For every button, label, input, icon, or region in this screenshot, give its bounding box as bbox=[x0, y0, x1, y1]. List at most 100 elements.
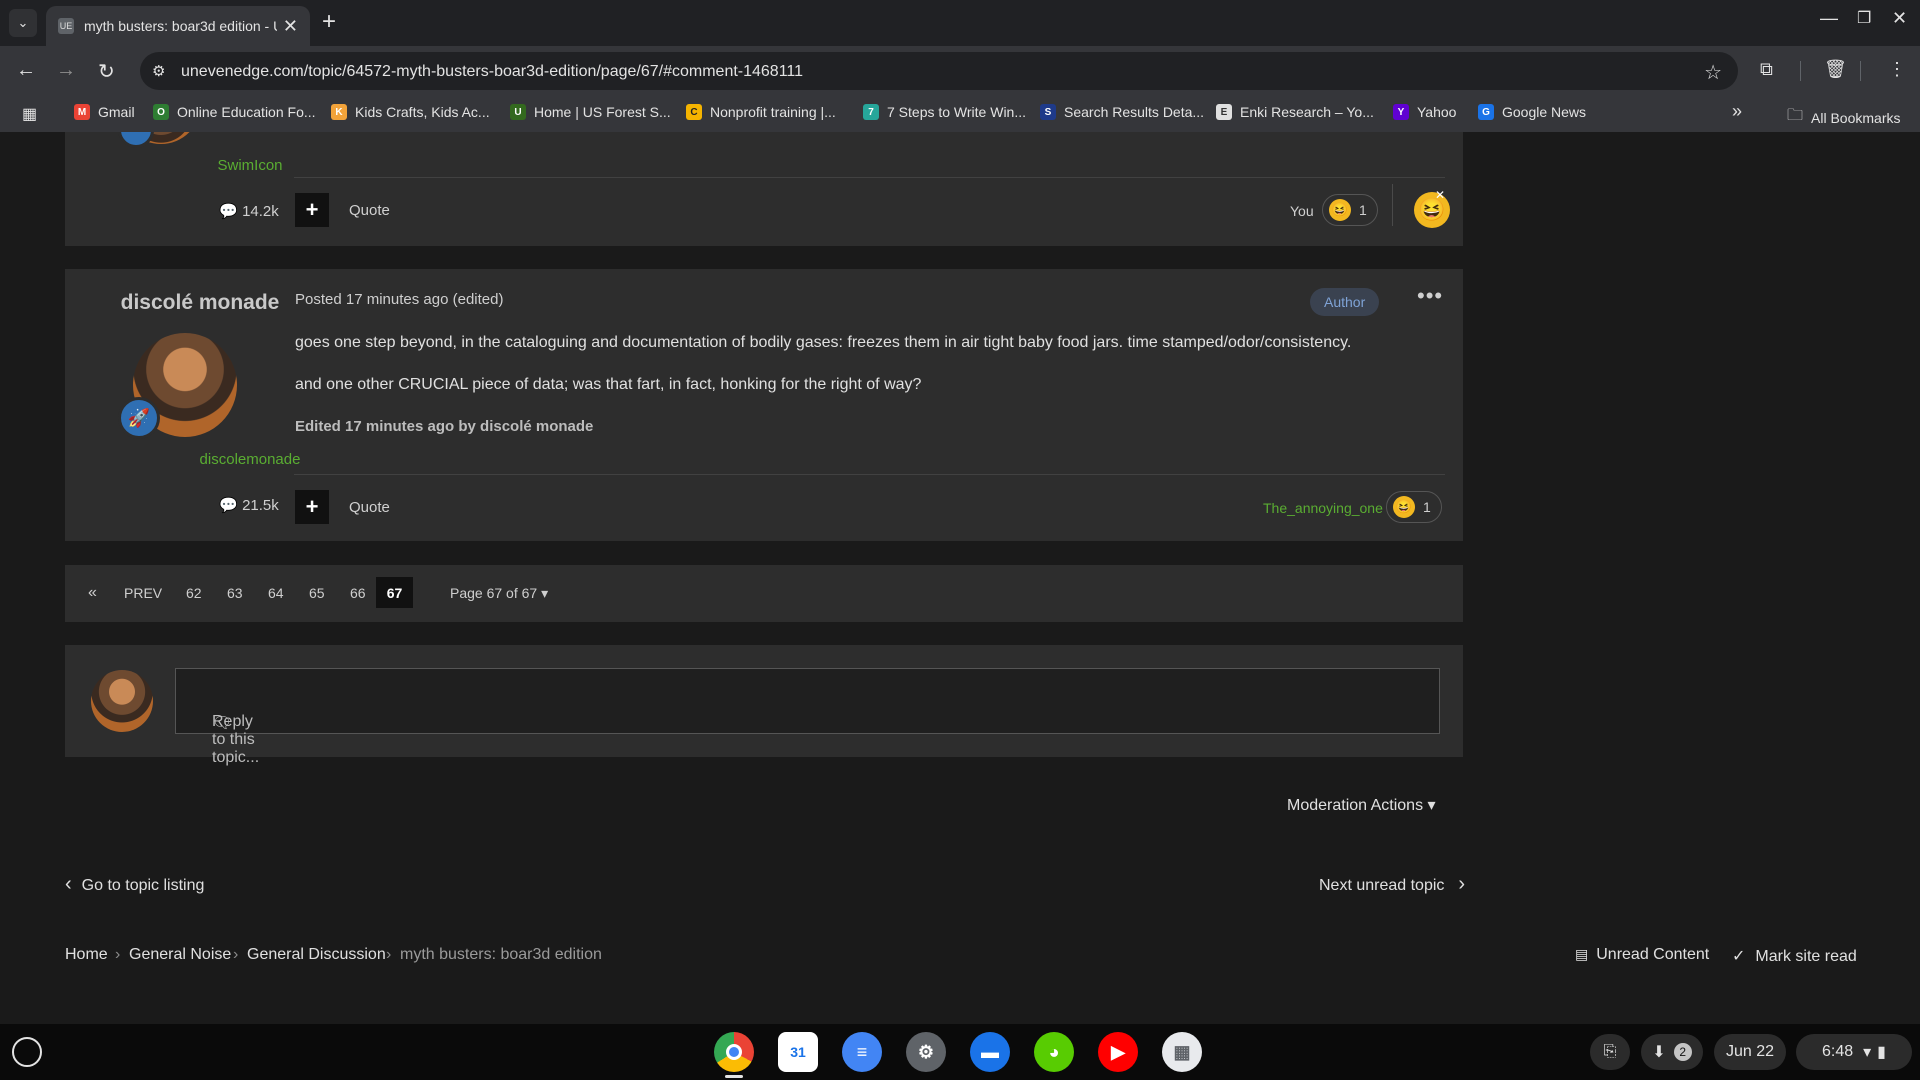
user-avatar[interactable] bbox=[91, 670, 153, 732]
bookmark-google-news[interactable]: G Google News bbox=[1478, 104, 1586, 120]
next-unread-topic-link[interactable]: Next unread topic › bbox=[1319, 873, 1465, 896]
minimize-icon[interactable]: — bbox=[1820, 8, 1838, 29]
bookmark-enki-research[interactable]: E Enki Research – Yo... bbox=[1216, 104, 1374, 120]
reaction-pill[interactable]: 😆 1 bbox=[1322, 194, 1378, 226]
bookmark-gmail[interactable]: M Gmail bbox=[74, 104, 135, 120]
bookmark-search-results[interactable]: S Search Results Deta... bbox=[1040, 104, 1204, 120]
checkmark-icon: ✓ bbox=[1732, 948, 1746, 965]
chevron-right-icon: › bbox=[115, 946, 121, 963]
page-link[interactable]: 64 bbox=[268, 585, 284, 601]
bookmark-label: Google News bbox=[1502, 104, 1587, 120]
caret-down-icon: ▾ bbox=[541, 585, 549, 601]
rocket-badge-icon: 🚀 bbox=[118, 397, 160, 439]
post-username[interactable]: SwimIcon bbox=[152, 157, 348, 174]
site-info-icon[interactable]: ⚙ bbox=[152, 62, 165, 80]
go-to-topic-listing-link[interactable]: ‹ Go to topic listing bbox=[65, 873, 204, 896]
page-link[interactable]: 65 bbox=[309, 585, 325, 601]
reaction-count: 1 bbox=[1423, 499, 1431, 515]
post-author-name[interactable]: discolé monade bbox=[106, 291, 294, 315]
all-bookmarks-button[interactable]: 🗀 All Bookmarks bbox=[1787, 104, 1900, 131]
settings-app-icon[interactable]: ⚙ bbox=[906, 1032, 946, 1072]
tab-title: myth busters: boar3d edition - U bbox=[84, 18, 277, 34]
more-options-icon[interactable]: ••• bbox=[1417, 283, 1443, 309]
first-page-icon[interactable]: « bbox=[88, 584, 97, 602]
chevron-right-icon: › bbox=[1458, 873, 1466, 895]
page-link[interactable]: 66 bbox=[350, 585, 366, 601]
page-link[interactable]: 62 bbox=[186, 585, 202, 601]
bookmark-star-icon[interactable]: ☆ bbox=[1704, 60, 1722, 85]
os-shelf: 31 ≡ ⚙ ▬ ◕ ▶ ▦ ⎘ ⬇ 2 Jun 22 6:48 ▾ ▮ bbox=[0, 1024, 1920, 1080]
rank-badge-icon bbox=[118, 132, 154, 148]
back-icon[interactable]: ← bbox=[16, 59, 36, 82]
mark-site-read-link[interactable]: ✓ Mark site read bbox=[1732, 946, 1857, 966]
reply-input[interactable]: 🗨 Reply to this topic... bbox=[175, 668, 1440, 766]
bookmark-label: Home | US Forest S... bbox=[534, 104, 671, 120]
bookmark-nonprofit-training[interactable]: C Nonprofit training |... bbox=[686, 104, 836, 120]
divider bbox=[1392, 184, 1393, 226]
date-tray[interactable]: Jun 22 bbox=[1714, 1034, 1786, 1070]
reload-icon[interactable]: ↻ bbox=[98, 59, 115, 84]
forward-icon[interactable]: → bbox=[56, 59, 76, 82]
tab-search-button[interactable]: ⌄ bbox=[9, 9, 37, 37]
current-page-link[interactable]: 67 bbox=[376, 577, 413, 608]
new-tab-icon[interactable]: + bbox=[322, 8, 336, 36]
remove-reaction-icon[interactable]: ✕ bbox=[1435, 188, 1445, 202]
search-results-icon: S bbox=[1040, 104, 1056, 120]
bookmark-label: Search Results Deta... bbox=[1064, 104, 1205, 120]
bookmark-online-education[interactable]: O Online Education Fo... bbox=[153, 104, 316, 120]
bookmark-kids-crafts[interactable]: K Kids Crafts, Kids Ac... bbox=[331, 104, 490, 120]
chevron-right-icon: › bbox=[233, 946, 239, 963]
moderation-actions-dropdown[interactable]: Moderation Actions ▾ bbox=[1287, 795, 1436, 815]
close-tab-icon[interactable]: ✕ bbox=[283, 16, 298, 37]
gmail-icon: M bbox=[74, 104, 90, 120]
screenshot-app-icon[interactable]: ▦ bbox=[1162, 1032, 1202, 1072]
reaction-user[interactable]: The_annoying_one bbox=[1263, 500, 1383, 516]
trash-icon[interactable]: 🗑 bbox=[1824, 59, 1847, 80]
unread-content-link[interactable]: ▤ Unread Content bbox=[1575, 946, 1709, 964]
forest-service-icon: U bbox=[510, 104, 526, 120]
reaction-pill[interactable]: 😆 1 bbox=[1386, 491, 1442, 523]
nonprofit-icon: C bbox=[686, 104, 702, 120]
close-window-icon[interactable]: ✕ bbox=[1892, 8, 1907, 29]
post-username[interactable]: discolemonade bbox=[152, 451, 348, 468]
multiquote-button[interactable]: + bbox=[295, 490, 329, 524]
breadcrumb-general-noise[interactable]: General Noise bbox=[129, 946, 231, 964]
browser-tab[interactable]: UE myth busters: boar3d edition - U ✕ bbox=[46, 6, 310, 46]
post-count-value: 21.5k bbox=[242, 497, 279, 514]
calendar-app-icon[interactable]: 31 bbox=[778, 1032, 818, 1072]
speech-bubble-icon: 💬 bbox=[219, 497, 238, 514]
notifications-tray[interactable]: ⬇ 2 bbox=[1641, 1034, 1703, 1070]
breadcrumb-current: myth busters: boar3d edition bbox=[400, 946, 602, 963]
unread-content-icon: ▤ bbox=[1575, 946, 1589, 962]
duolingo-app-icon[interactable]: ◕ bbox=[1034, 1032, 1074, 1072]
page-jump-dropdown[interactable]: Page 67 of 67 ▾ bbox=[450, 585, 548, 602]
multiquote-button[interactable]: + bbox=[295, 193, 329, 227]
quote-button[interactable]: Quote bbox=[349, 202, 390, 219]
menu-kebab-icon[interactable]: ⋮ bbox=[1888, 59, 1906, 80]
restore-icon[interactable]: ❐ bbox=[1857, 8, 1871, 28]
chrome-app-icon[interactable] bbox=[714, 1032, 754, 1072]
docs-app-icon[interactable]: ≡ bbox=[842, 1032, 882, 1072]
apps-grid-icon[interactable]: ▦ bbox=[22, 104, 37, 124]
bookmark-yahoo[interactable]: Y Yahoo bbox=[1393, 104, 1456, 120]
post-timestamp[interactable]: Posted 17 minutes ago (edited) bbox=[295, 291, 503, 308]
bookmark-label: Online Education Fo... bbox=[177, 104, 316, 120]
holding-space-icon[interactable]: ⎘ bbox=[1590, 1034, 1630, 1070]
previous-post: SwimIcon 💬 14.2k + Quote You 😆 1 😆 ✕ bbox=[65, 132, 1463, 246]
post-paragraph: and one other CRUCIAL piece of data; was… bbox=[295, 376, 922, 393]
status-tray[interactable]: 6:48 ▾ ▮ bbox=[1796, 1034, 1912, 1070]
launcher-icon[interactable] bbox=[12, 1037, 42, 1067]
extensions-icon[interactable]: ⧉ bbox=[1760, 59, 1773, 80]
address-bar[interactable]: ⚙ unevenedge.com/topic/64572-myth-buster… bbox=[140, 52, 1738, 90]
quote-button[interactable]: Quote bbox=[349, 499, 390, 516]
youtube-app-icon[interactable]: ▶ bbox=[1098, 1032, 1138, 1072]
bookmark-us-forest[interactable]: U Home | US Forest S... bbox=[510, 104, 671, 120]
breadcrumb-general-discussion[interactable]: General Discussion bbox=[247, 946, 386, 964]
bookmarks-overflow-icon[interactable]: » bbox=[1732, 101, 1742, 122]
bookmark-7-steps[interactable]: 7 7 Steps to Write Win... bbox=[863, 104, 1026, 120]
reaction-user[interactable]: You bbox=[1290, 203, 1314, 219]
page-link[interactable]: 63 bbox=[227, 585, 243, 601]
files-app-icon[interactable]: ▬ bbox=[970, 1032, 1010, 1072]
breadcrumb-home[interactable]: Home bbox=[65, 946, 108, 964]
prev-page-link[interactable]: PREV bbox=[124, 585, 162, 601]
